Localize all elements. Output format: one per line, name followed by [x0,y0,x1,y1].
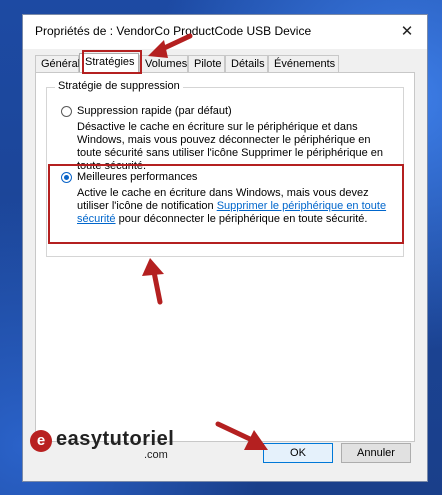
quick-removal-label[interactable]: Suppression rapide (par défaut) [77,105,232,117]
group-legend: Stratégie de suppression [55,80,183,92]
quick-removal-radio[interactable] [61,106,72,117]
strategies-panel: Stratégie de suppression Suppression rap… [35,72,415,442]
properties-dialog: Propriétés de : VendorCo ProductCode USB… [22,14,428,482]
tab-events[interactable]: Événements [268,55,339,72]
tab-details[interactable]: Détails [225,55,268,72]
brand-name: easytutoriel [56,428,175,450]
arrow-icon [148,33,193,58]
close-icon[interactable]: ✕ [395,21,419,43]
arrow-icon [215,421,268,450]
cancel-button[interactable]: Annuler [341,443,411,463]
title-bar: Propriétés de : VendorCo ProductCode USB… [23,15,427,49]
brand-suffix: .com [144,449,168,461]
performance-option-highlight [48,164,404,244]
arrow-icon [142,258,164,305]
tab-general[interactable]: Général [35,55,80,72]
ok-button[interactable]: OK [263,443,333,463]
brand-mark-icon: e [30,430,52,452]
strategies-tab-highlight [82,50,142,74]
